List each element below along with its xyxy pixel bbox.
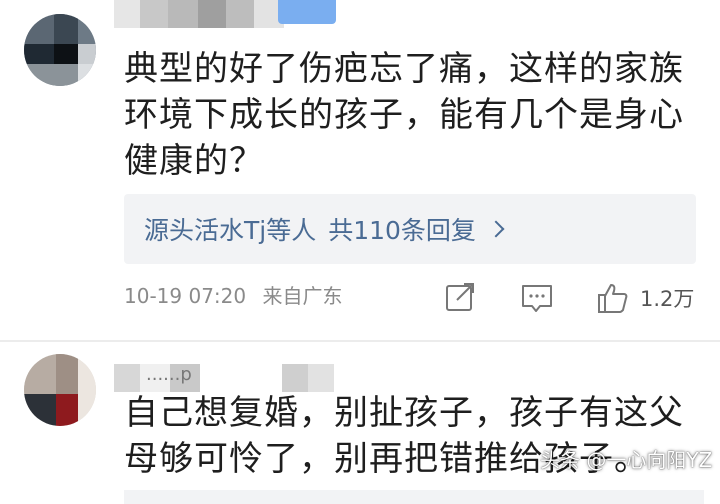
reply-count: 共110条回复: [328, 216, 476, 245]
comment-text: 典型的好了伤疤忘了痛，这样的家族环境下成长的孩子，能有几个是身心健康的？: [124, 49, 684, 181]
timestamp: 10-19 07:20: [124, 284, 247, 308]
comment-icon[interactable]: [520, 280, 554, 316]
divider: [0, 340, 720, 342]
comment-meta: 10-19 07:20 来自广东: [124, 280, 352, 309]
username-partial: ......p: [146, 364, 192, 385]
like-count: 1.2万: [640, 287, 695, 311]
watermark: 头条 @一心向阳YZ: [540, 448, 713, 472]
username-redacted[interactable]: [114, 0, 284, 28]
user-badge: [278, 0, 336, 24]
avatar[interactable]: [24, 14, 96, 86]
reply-users: 源头活水Tj等人: [144, 216, 317, 245]
avatar[interactable]: [24, 354, 96, 426]
replies-link[interactable]: [124, 490, 704, 504]
location: 来自广东: [262, 284, 343, 308]
share-icon[interactable]: [444, 280, 478, 316]
replies-link[interactable]: 源头活水Tj等人 共110条回复: [124, 194, 696, 264]
chevron-right-icon: [487, 220, 505, 238]
thumbs-up-icon[interactable]: [596, 280, 630, 316]
